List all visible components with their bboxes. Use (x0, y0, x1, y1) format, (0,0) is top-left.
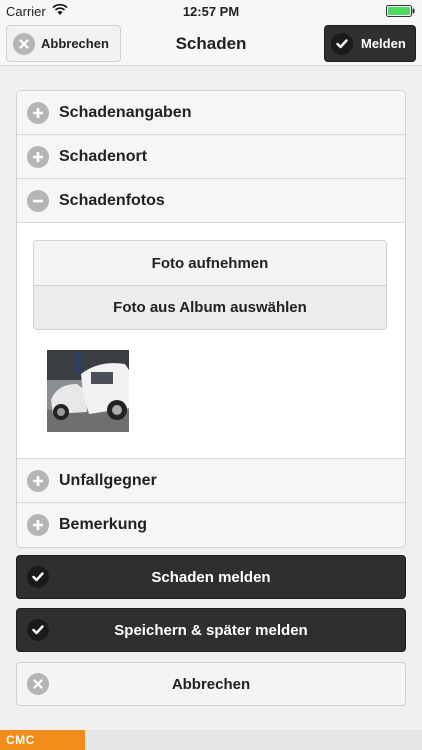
section-label: Schadenfotos (59, 191, 165, 209)
section-label: Schadenangaben (59, 103, 192, 121)
battery-icon (386, 5, 416, 17)
choose-from-album-button[interactable]: Foto aus Album auswählen (34, 285, 386, 329)
checkmark-icon (331, 32, 353, 55)
section-schadenfotos[interactable]: Schadenfotos (17, 179, 405, 223)
plus-circle-icon (27, 101, 49, 124)
report-damage-button[interactable]: Schaden melden (16, 555, 406, 599)
damage-accordion: Schadenangaben Schadenort Schadenfotos F… (16, 90, 406, 548)
navigation-bar: Abbrechen Schaden Melden (0, 22, 422, 66)
status-time: 12:57 PM (182, 4, 240, 19)
status-bar: Carrier 12:57 PM (0, 0, 422, 22)
photos-panel: Foto aufnehmen Foto aus Album auswählen (17, 223, 405, 459)
report-damage-label: Schaden melden (151, 568, 271, 586)
close-icon (27, 673, 49, 695)
take-photo-button[interactable]: Foto aufnehmen (34, 241, 386, 285)
section-label: Schadenort (59, 147, 148, 165)
section-schadenort[interactable]: Schadenort (17, 135, 405, 179)
section-label: Bemerkung (59, 516, 148, 533)
section-label: Unfallgegner (59, 471, 157, 489)
damage-photo-thumbnail[interactable] (47, 350, 129, 432)
plus-circle-icon (27, 514, 49, 536)
plus-circle-icon (27, 469, 49, 492)
checkmark-icon (27, 619, 49, 641)
minus-circle-icon (27, 189, 49, 212)
cancel-button[interactable]: Abbrechen (16, 662, 406, 706)
checkmark-icon (27, 566, 49, 588)
photo-button-group: Foto aufnehmen Foto aus Album auswählen (33, 240, 387, 330)
plus-circle-icon (27, 145, 49, 168)
brand-logo: CMC (0, 730, 85, 750)
section-unfallgegner[interactable]: Unfallgegner (17, 459, 405, 503)
section-bemerkung[interactable]: Bemerkung (17, 503, 405, 547)
nav-report-button[interactable]: Melden (324, 25, 416, 62)
section-schadenangaben[interactable]: Schadenangaben (17, 91, 405, 135)
nav-report-label: Melden (361, 36, 406, 51)
cancel-label: Abbrechen (171, 675, 251, 693)
save-report-later-label: Speichern & später melden (114, 621, 308, 639)
save-report-later-button[interactable]: Speichern & später melden (16, 608, 406, 652)
footer-bar: CMC (0, 730, 422, 750)
